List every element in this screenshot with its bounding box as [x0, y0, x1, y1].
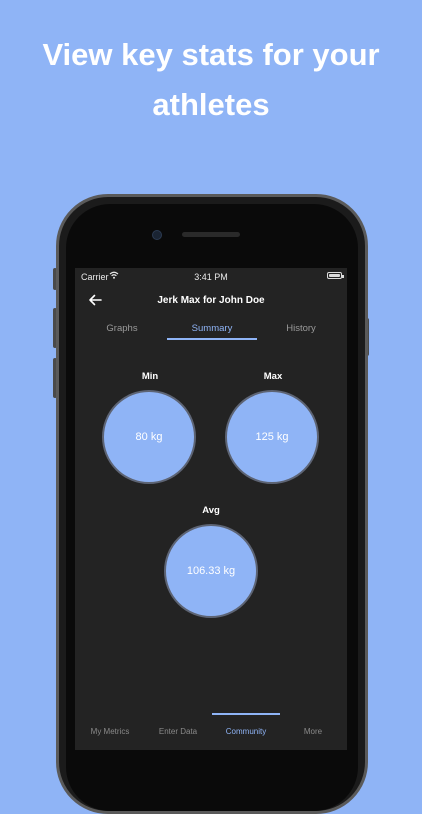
min-value: 80 kg [135, 431, 163, 443]
avg-value-circle: 106.33 kg [164, 524, 258, 618]
avg-value: 106.33 kg [186, 565, 236, 577]
tab-graphs[interactable]: Graphs [77, 323, 167, 334]
headline-line-2: athletes [152, 87, 270, 122]
max-value: 125 kg [255, 431, 289, 443]
avg-label: Avg [202, 505, 220, 516]
headline: View key stats for your athletes [0, 30, 422, 130]
max-value-circle: 125 kg [225, 390, 319, 484]
tab-indicator [167, 338, 257, 340]
bottom-nav-indicator [212, 713, 280, 715]
nav-more[interactable]: More [279, 727, 347, 736]
min-value-circle: 80 kg [102, 390, 196, 484]
page-title: Jerk Max for John Doe [157, 295, 265, 306]
nav-community[interactable]: Community [212, 727, 280, 736]
status-bar: Carrier 3:41 PM [75, 268, 347, 284]
nav-enter-data[interactable]: Enter Data [144, 727, 212, 736]
battery-icon [327, 272, 344, 279]
tab-history[interactable]: History [256, 323, 346, 334]
headline-line-1: View key stats for your [42, 37, 380, 72]
app-screen: Carrier 3:41 PM Jerk Max for John Doe Gr… [75, 268, 347, 750]
tab-summary[interactable]: Summary [167, 323, 257, 334]
earpiece-speaker [182, 232, 240, 237]
nav-my-metrics[interactable]: My Metrics [76, 727, 144, 736]
front-camera [152, 230, 162, 240]
status-time: 3:41 PM [194, 272, 228, 282]
max-label: Max [263, 371, 283, 382]
min-label: Min [141, 371, 159, 382]
